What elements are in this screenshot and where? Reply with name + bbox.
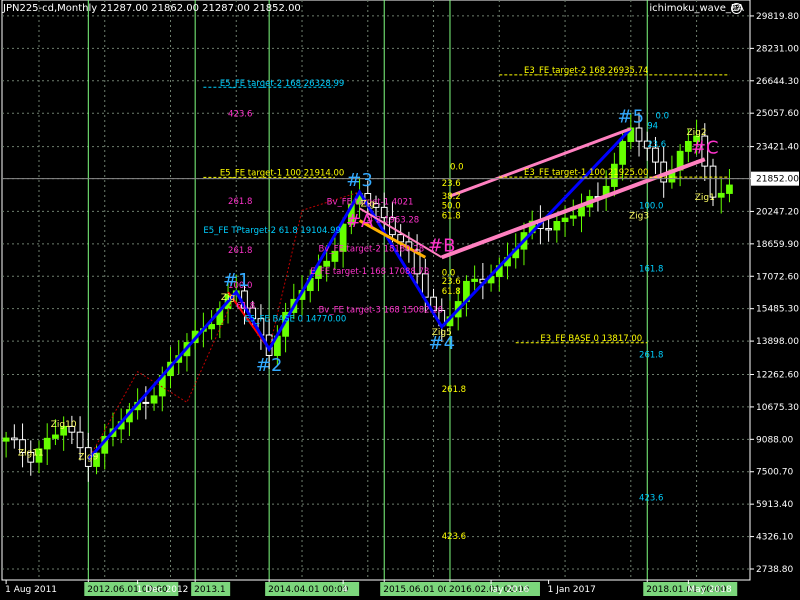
x-tick-label: 2014.04.01 00:00 [268, 585, 349, 595]
wave-label: #1 [223, 270, 250, 291]
candle-body [561, 217, 569, 223]
fibo-target-label: Bv_FE target-3 168 15082.16 [318, 306, 443, 316]
y-tick-label: 26644.30 [756, 77, 799, 87]
fibo-level-label: 261.8 [442, 385, 466, 395]
y-tick-label: 12262.60 [756, 370, 799, 380]
fibo-target-label: E_FE target-1 168 17088.78 [310, 267, 429, 277]
symbol-info: JPN225-cd,Monthly 21287.00 21862.00 2128… [3, 3, 301, 14]
wave-label: #C [691, 137, 719, 158]
wave-label: #3 [346, 170, 373, 191]
wave-label: #A [346, 211, 374, 232]
zig-label: Zig10 [51, 420, 77, 430]
fibo-level-label: 423.6 [639, 493, 663, 503]
y-tick-label: 29819.80 [756, 12, 799, 22]
candle-body [76, 431, 84, 449]
candle-body [142, 401, 150, 404]
candle-body [471, 278, 479, 282]
wave-label: #B [428, 235, 455, 256]
wave-label: #4 [428, 333, 455, 354]
zig-label: Zig1 [695, 193, 715, 203]
y-tick-label: 28231.00 [756, 44, 799, 54]
fibo-target-label: 4 2 1963.28 [368, 216, 419, 226]
fibo-level-label: 50.0 [442, 201, 461, 211]
candle-body [569, 215, 577, 219]
y-tick-label: 20247.20 [756, 207, 799, 217]
y-tick-label: 18659.90 [756, 240, 799, 250]
fibo-target-label: E5_FE TPtarget-2 61.8 19104.99 [203, 226, 341, 236]
candle-body [208, 324, 215, 330]
fibo-level-label: 94 [647, 122, 658, 132]
fibo-level-label: 23.6 [442, 277, 461, 287]
wave-label: #5 [618, 107, 645, 128]
chart-background [0, 0, 800, 600]
zig-label: Zig9 [78, 453, 98, 463]
candle-body [553, 221, 561, 231]
y-tick-label: 25057.60 [756, 109, 799, 119]
candle-body [150, 395, 158, 404]
wave-label: #2 [256, 355, 283, 376]
x-tick-label: 2013.1 [194, 585, 226, 595]
candle-body [652, 147, 659, 163]
y-tick-label: 17072.60 [756, 272, 799, 282]
candle-body [545, 228, 552, 231]
candle-body [619, 141, 626, 165]
candle-body [578, 206, 585, 217]
fibo-level-label: 423.6 [442, 532, 466, 542]
y-tick-label: 23421.40 [756, 143, 799, 153]
zig-label: Zig [221, 293, 235, 303]
fibo-level-label: 61.8 [236, 301, 255, 311]
y-tick-label: 15485.30 [756, 305, 799, 315]
candle-body [323, 260, 331, 267]
x-tick-label: lay 2016 [490, 585, 529, 595]
fibo-target-label: E5_FE target-2 168 26328.99 [220, 79, 344, 89]
fibo-level-label: 161.8 [639, 265, 663, 275]
smiley-icon: ☺ [731, 3, 742, 14]
x-tick-label: 4 [342, 585, 348, 595]
fibo-level-label: 61.8 [442, 287, 461, 297]
fibo-level-label: 261.8 [228, 246, 252, 256]
fibo-target-label: Bv_FE target-2 18180.28 [318, 245, 424, 255]
fibo-level-label: 261.8 [639, 350, 663, 360]
candle-body [726, 184, 733, 194]
y-tick-label: 10675.30 [756, 403, 799, 413]
expert-advisor-name: ichimoku_wave_EA [649, 3, 744, 14]
fibo-level-label: 0.0 [450, 163, 464, 173]
x-tick-label: 1 Jan 2017 [548, 585, 596, 595]
y-tick-label: 5913.40 [756, 500, 793, 510]
zig-label: Zig [361, 199, 375, 209]
fibo-target-label: E5_FE BASE 0 14770.00 [244, 314, 346, 324]
candle-body [635, 127, 643, 142]
zig-label: Zig11 [18, 448, 44, 458]
fibo-level-label: 261.8 [228, 197, 252, 207]
fibo-target-label: E3_FE target-1 100 21925.00 [524, 168, 649, 178]
y-tick-label: 2738.80 [756, 565, 793, 575]
x-tick-label: May 2018 [687, 585, 732, 595]
y-tick-label: 13898.00 [756, 337, 799, 347]
x-tick-label: 1 Dec 2012 [137, 585, 189, 595]
candle-body [43, 437, 51, 450]
y-tick-label: 9088.00 [756, 435, 793, 445]
fibo-level-label: 23.6 [442, 179, 461, 189]
fibo-level-label: 61.8 [442, 212, 461, 222]
fibo-level-label: 100.0 [639, 201, 663, 211]
candle-body [10, 437, 18, 441]
fibo-level-label: 0.0 [655, 111, 669, 121]
y-tick-label: 4326.10 [756, 533, 793, 543]
fibo-target-label: E5_FE target-1 100 21914.00 [220, 168, 344, 178]
price-chart[interactable]: 29819.80 28231.00 26644.30 25057.60 23421.40… [0, 0, 800, 600]
zig-label: Zig3 [629, 212, 649, 222]
fibo-level-label: 23.6 [647, 140, 666, 150]
current-price-label: 21852.00 [756, 175, 799, 185]
candle-body [2, 437, 10, 442]
y-tick-label: 7500.70 [756, 468, 793, 478]
fibo-level-label: 423.6 [228, 109, 252, 119]
zig-label: Zig2 [687, 128, 707, 138]
candle-body [717, 192, 725, 198]
candle-body [52, 434, 59, 439]
x-tick-label: 1 Aug 2011 [5, 585, 57, 595]
fibo-target-label: E3_FE target-2 168 26935.74 [524, 66, 649, 76]
fibo-target-label: E3_FE BASE 0 13817.00 [540, 334, 642, 344]
